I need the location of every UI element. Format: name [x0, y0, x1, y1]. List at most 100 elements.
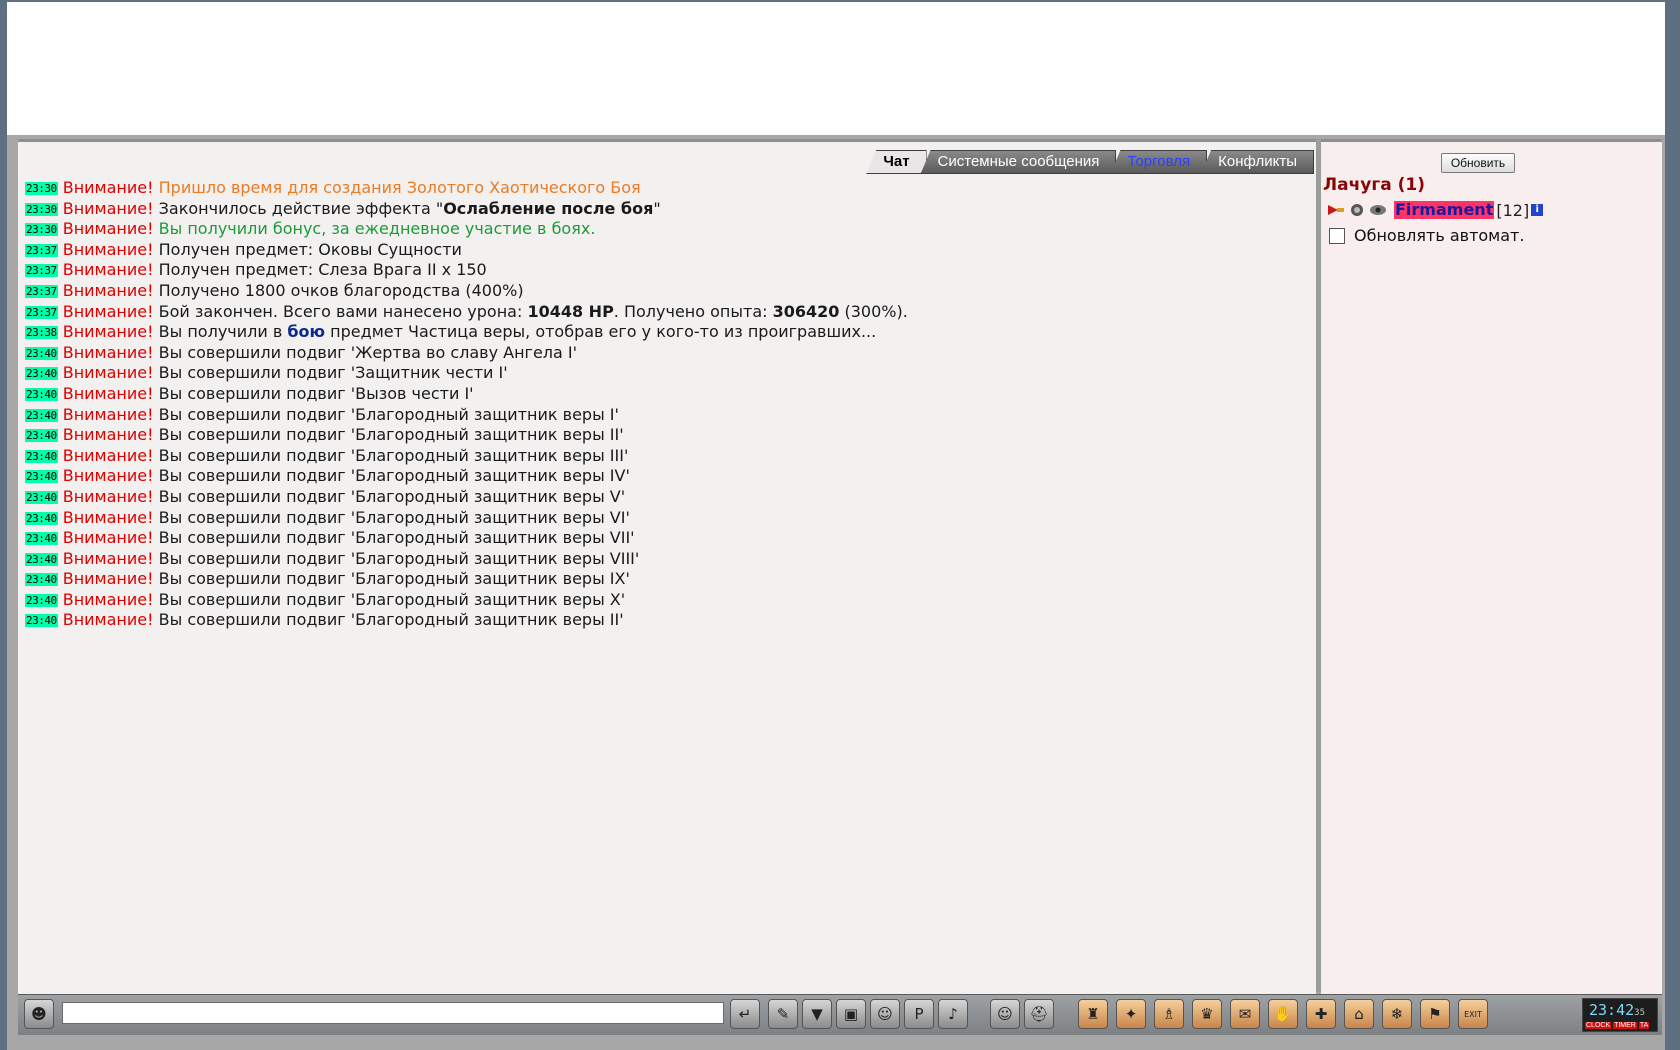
message-text: Получен предмет: Слеза Врага II x 150 [158, 260, 487, 280]
chat-message: 23:40 Внимание! Вы совершили подвиг 'Бла… [25, 569, 1312, 590]
hood-icon[interactable]: ♜ [1078, 999, 1108, 1029]
message-text: Вы совершили подвиг 'Благородный защитни… [158, 507, 630, 527]
clan-icon [1351, 204, 1363, 216]
message-timestamp[interactable]: 23:40 [25, 532, 58, 546]
message-timestamp[interactable]: 23:38 [25, 326, 58, 340]
message-timestamp[interactable]: 23:30 [25, 223, 58, 237]
bottle-icon[interactable]: ♗ [1154, 999, 1184, 1029]
message-text: Вы совершили подвиг 'Защитник чести I' [158, 363, 508, 383]
message-text: Вы совершили подвиг 'Благородный защитни… [158, 445, 629, 465]
chat-message: 23:40 Внимание! Вы совершили подвиг 'Защ… [25, 363, 1312, 384]
chat-message: 23:40 Внимание! Вы совершили подвиг 'Бла… [25, 487, 1312, 508]
cross-icon[interactable]: ✚ [1306, 999, 1336, 1029]
tab-trade[interactable]: Торговля [1110, 150, 1208, 174]
message-timestamp[interactable]: 23:37 [25, 305, 58, 319]
message-text: 10448 HP [527, 301, 614, 321]
auto-refresh-label: Обновлять автомат. [1354, 226, 1525, 245]
user-info-icon[interactable]: i [1531, 204, 1544, 216]
message-timestamp[interactable]: 23:30 [25, 182, 58, 195]
flag-icon[interactable]: ⚑ [1420, 999, 1450, 1029]
chat-message: 23:40 Внимание! Вы совершили подвиг 'Бла… [25, 425, 1312, 446]
message-text: Вы совершили подвиг 'Благородный защитни… [158, 589, 626, 609]
filter-icon[interactable]: ▼ [802, 999, 832, 1029]
message-text: Бой закончен. Всего вами нанесено урона: [158, 301, 528, 321]
message-text: Вы получили в [158, 322, 288, 342]
chat-tabs: Чат Системные сообщения Торговля Конфлик… [866, 150, 1314, 174]
save-icon[interactable]: ▣ [836, 999, 866, 1029]
crown-icon[interactable]: ♛ [1192, 999, 1222, 1029]
attention-prefix: Внимание! [62, 219, 154, 239]
sound-icon[interactable]: ♪ [938, 999, 968, 1029]
attention-prefix: Внимание! [62, 404, 154, 424]
message-link[interactable]: бою [287, 322, 325, 341]
message-timestamp[interactable]: 23:40 [25, 552, 58, 566]
chat-message: 23:40 Внимание! Вы совершили подвиг 'Жер… [25, 343, 1312, 364]
chat-message: 23:40 Внимание! Вы совершили подвиг 'Бла… [25, 466, 1312, 487]
smile-face-icon[interactable]: ☻ [24, 999, 54, 1029]
message-timestamp[interactable]: 23:40 [25, 408, 58, 422]
user-row: Firmament [12] i [1327, 199, 1544, 221]
message-timestamp[interactable]: 23:30 [25, 202, 58, 216]
message-timestamp[interactable]: 23:40 [25, 573, 58, 587]
tab-conflicts[interactable]: Конфликты [1201, 150, 1314, 174]
snowflake-icon[interactable]: ❄ [1382, 999, 1412, 1029]
user-nick[interactable]: Firmament [1394, 201, 1495, 219]
message-timestamp[interactable]: 23:37 [25, 243, 58, 257]
message-timestamp[interactable]: 23:37 [25, 264, 58, 278]
message-timestamp[interactable]: 23:40 [25, 429, 58, 443]
message-timestamp[interactable]: 23:40 [25, 490, 58, 504]
chat-message: 23:40 Внимание! Вы совершили подвиг 'Бла… [25, 610, 1312, 631]
send-icon[interactable]: ↵ [730, 999, 760, 1029]
chat-message: 23:40 Внимание! Вы совершили подвиг 'Бла… [25, 508, 1312, 529]
message-timestamp[interactable]: 23:40 [25, 470, 58, 484]
auto-refresh-checkbox[interactable] [1329, 227, 1345, 244]
attention-prefix: Внимание! [62, 178, 154, 197]
chat-messages: 23:30 Внимание! Пришло время для создани… [25, 178, 1312, 631]
private-icon[interactable]: P [904, 999, 934, 1029]
message-text: Ослабление после боя [443, 198, 654, 218]
chat-input[interactable] [62, 1002, 724, 1024]
clock: 23:4235 CLOCK TIMER TA [1582, 998, 1658, 1032]
message-timestamp[interactable]: 23:40 [25, 367, 58, 381]
message-timestamp[interactable]: 23:40 [25, 387, 58, 401]
message-text: (300%). [839, 301, 908, 321]
bottom-toolbar: ☻ ↵ ✎ ▼ ▣ ☺ P ♪ ☺ ⛑ ♜ ✦ ♗ ♛ ✉ ✋ ✚ ⌂ ❄ ⚑ … [18, 994, 1662, 1035]
exit-icon[interactable]: EXIT [1458, 999, 1488, 1029]
tab-system-messages[interactable]: Системные сообщения [920, 150, 1117, 174]
message-text: Закончилось действие эффекта " [158, 198, 444, 218]
top-blank-area [7, 2, 1665, 135]
scroll-icon[interactable]: ✉ [1230, 999, 1260, 1029]
clock-time: 23:4235 [1589, 1001, 1645, 1019]
message-text: Вы совершили подвиг 'Жертва во славу Анг… [158, 342, 578, 362]
eraser-icon[interactable]: ✎ [768, 999, 798, 1029]
chat-message: 23:38 Внимание! Вы получили в бою предме… [25, 322, 1312, 343]
chat-message: 23:37 Внимание! Получен предмет: Слеза В… [25, 260, 1312, 281]
message-timestamp[interactable]: 23:37 [25, 284, 58, 298]
chat-message: 23:40 Внимание! Вы совершили подвиг 'Бла… [25, 528, 1312, 549]
tab-chat[interactable]: Чат [866, 150, 927, 174]
arrow-icon [1328, 205, 1344, 215]
chat-message: 23:40 Внимание! Вы совершили подвиг 'Выз… [25, 384, 1312, 405]
chat-message: 23:37 Внимание! Получен предмет: Оковы С… [25, 240, 1312, 261]
message-text: " [653, 198, 661, 218]
house-icon[interactable]: ⌂ [1344, 999, 1374, 1029]
message-timestamp[interactable]: 23:40 [25, 449, 58, 463]
message-text: Получено 1800 очков благородства (400%) [158, 280, 524, 300]
message-text: Вы совершили подвиг 'Благородный защитни… [158, 548, 640, 568]
message-timestamp[interactable]: 23:40 [25, 346, 58, 360]
chat-message: 23:37 Внимание! Получено 1800 очков благ… [25, 281, 1312, 302]
message-timestamp[interactable]: 23:40 [25, 614, 58, 628]
message-text: Вы совершили подвиг 'Благородный защитни… [158, 404, 619, 424]
person-icon[interactable]: ☺ [870, 999, 900, 1029]
message-timestamp[interactable]: 23:40 [25, 593, 58, 607]
magic-icon[interactable]: ✦ [1116, 999, 1146, 1029]
user-level: [12] [1496, 200, 1530, 220]
room-title: Лачуга (1) [1323, 175, 1425, 195]
chat-message: 23:40 Внимание! Вы совершили подвиг 'Бла… [25, 549, 1312, 570]
hand-icon[interactable]: ✋ [1268, 999, 1298, 1029]
message-timestamp[interactable]: 23:40 [25, 511, 58, 525]
helmet-icon[interactable]: ⛑ [1024, 999, 1054, 1029]
refresh-button[interactable]: Обновить [1441, 153, 1515, 173]
chat-message: 23:30 Внимание! Пришло время для создани… [25, 178, 1312, 199]
smiley-icon[interactable]: ☺ [990, 999, 1020, 1029]
